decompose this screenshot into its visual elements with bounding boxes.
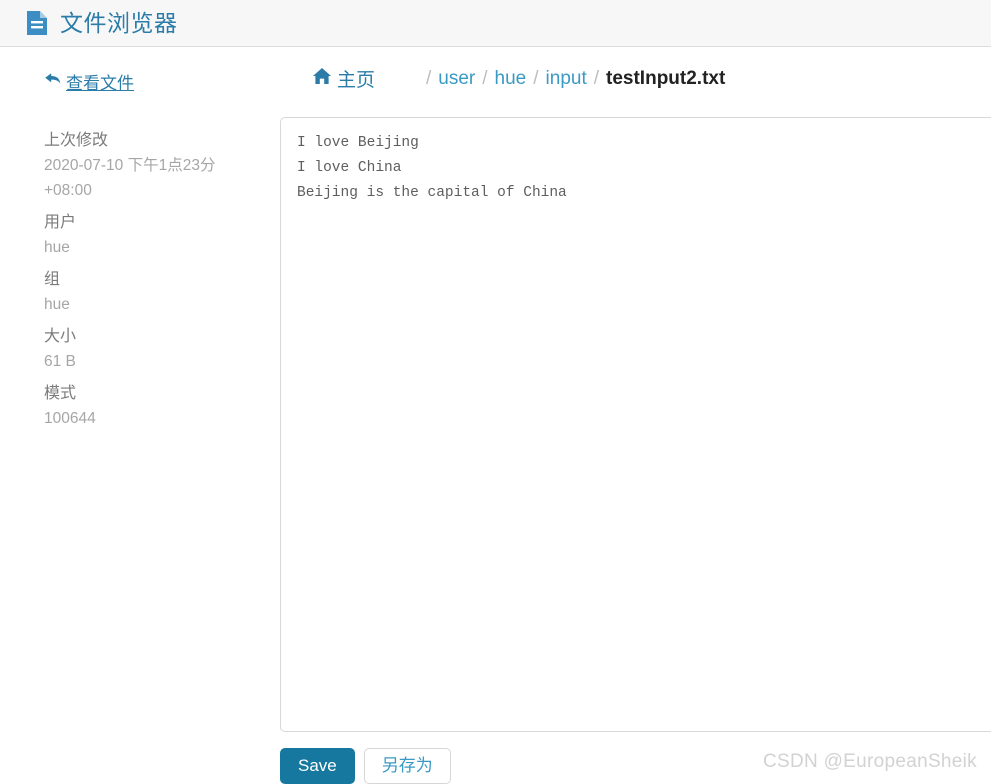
breadcrumb: 主页 / user / hue / input / testInput2.txt [280, 47, 725, 110]
breadcrumb-home-link[interactable]: 主页 [312, 65, 375, 92]
breadcrumb-separator: / [426, 67, 432, 89]
watermark: CSDN @EuropeanSheik [762, 751, 977, 772]
breadcrumb-separator: / [533, 67, 539, 89]
breadcrumb-separator: / [482, 67, 488, 89]
editor-actions: Save 另存为 [280, 748, 451, 784]
sidebar: 查看文件 上次修改 2020-07-10 下午1点23分 +08:00 用户 h… [0, 47, 280, 784]
file-content-editor[interactable] [280, 117, 991, 732]
document-icon [26, 10, 48, 36]
breadcrumb-item-user[interactable]: user [438, 68, 475, 90]
breadcrumb-item-input[interactable]: input [546, 68, 587, 90]
breadcrumb-item-hue[interactable]: hue [495, 68, 527, 90]
app-header: 文件浏览器 [0, 0, 991, 47]
meta-label: 大小 [44, 328, 77, 345]
save-button[interactable]: Save [280, 748, 355, 784]
home-icon [312, 67, 337, 91]
view-file-label: 查看文件 [66, 74, 134, 93]
meta-value: 100644 [44, 410, 96, 427]
meta-last-modified: 上次修改 2020-07-10 下午1点23分 +08:00 [44, 128, 260, 203]
meta-mode: 模式 100644 [44, 381, 260, 431]
meta-user: 用户 hue [44, 210, 260, 260]
meta-label: 上次修改 [44, 132, 109, 149]
breadcrumb-separator: / [593, 67, 600, 89]
meta-value: hue [44, 296, 70, 313]
view-file-link[interactable]: 查看文件 [44, 69, 134, 94]
page-title: 文件浏览器 [60, 9, 178, 36]
meta-value: hue [44, 239, 70, 256]
back-arrow-icon [44, 71, 66, 92]
meta-size: 大小 61 B [44, 324, 260, 374]
save-as-button[interactable]: 另存为 [363, 748, 451, 784]
breadcrumb-home-label: 主页 [337, 70, 376, 91]
breadcrumb-item-current: testInput2.txt [606, 67, 726, 89]
meta-value: 2020-07-10 下午1点23分 +08:00 [44, 157, 216, 199]
meta-value: 61 B [44, 353, 76, 370]
meta-label: 模式 [44, 385, 77, 402]
meta-label: 组 [44, 271, 61, 288]
meta-group: 组 hue [44, 267, 260, 317]
meta-label: 用户 [44, 214, 77, 231]
